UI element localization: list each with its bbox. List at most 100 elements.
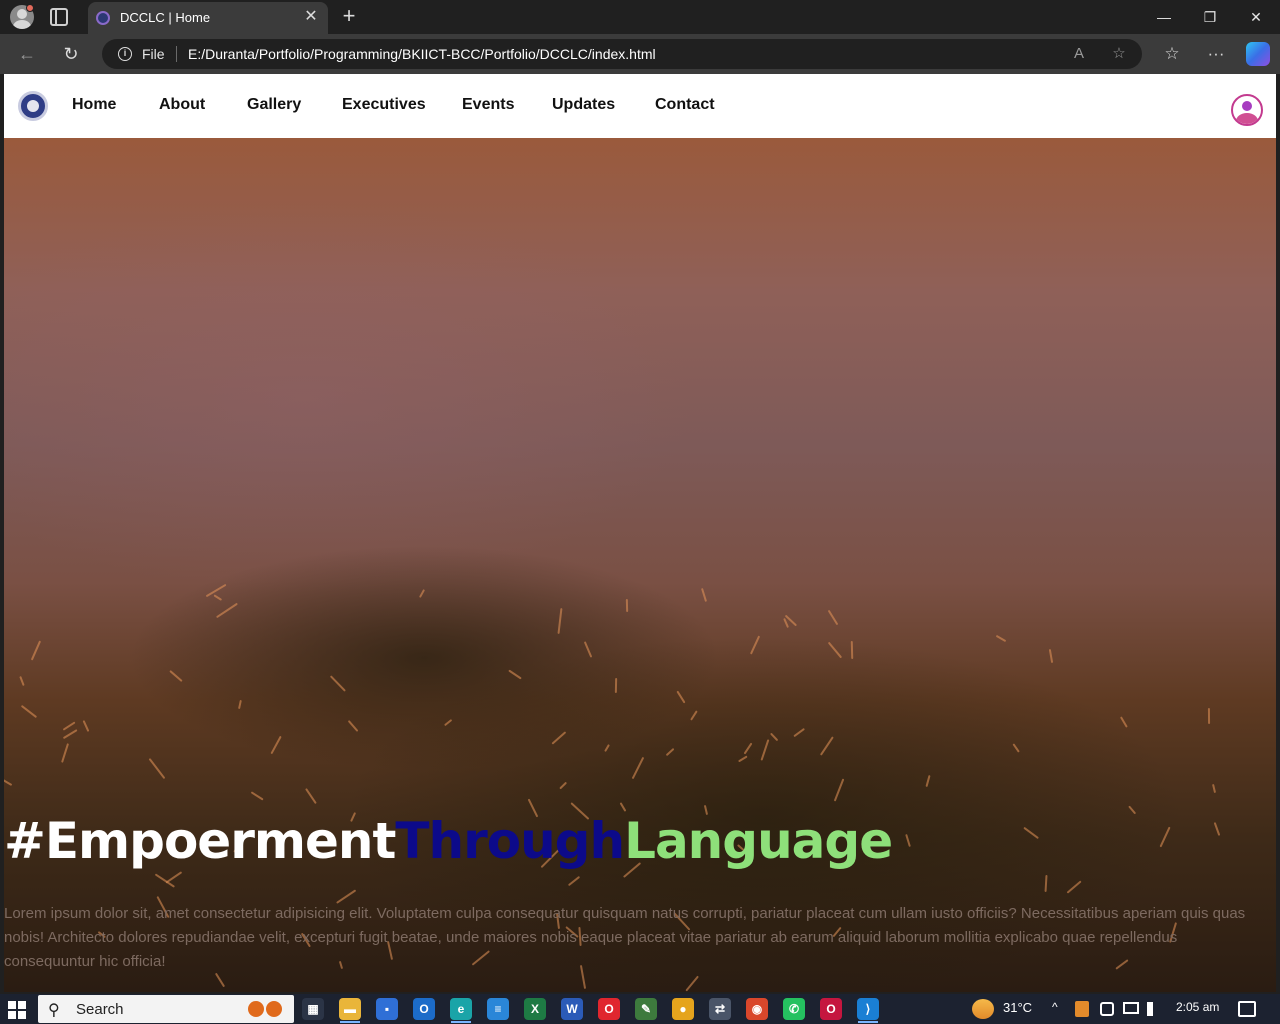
web-page: Home About Gallery Executives Events Upd…: [4, 74, 1276, 992]
close-window-button[interactable]: ✕: [1236, 4, 1276, 30]
windows-start-icon[interactable]: [8, 1001, 26, 1019]
edge-icon[interactable]: e: [450, 998, 472, 1020]
network-tool-icon[interactable]: ⇄: [709, 998, 731, 1020]
ember-spark: [925, 774, 931, 788]
ember-spark: [169, 669, 184, 682]
opera-icon[interactable]: O: [598, 998, 620, 1020]
refresh-icon[interactable]: ↻: [58, 42, 84, 66]
back-icon[interactable]: ←: [14, 42, 40, 66]
ember-spark: [1213, 821, 1220, 836]
headline-part-language: Language: [624, 812, 893, 870]
add-favorite-icon[interactable]: ☆: [1108, 43, 1130, 65]
tab-actions-icon[interactable]: [50, 8, 68, 26]
ember-spark: [1207, 707, 1210, 724]
ember-spark: [82, 720, 90, 733]
taskbar-search-box[interactable]: ⚲ Search: [38, 995, 294, 1023]
ember-spark: [1158, 826, 1171, 848]
excel-icon[interactable]: X: [524, 998, 546, 1020]
minimize-button[interactable]: —: [1144, 4, 1184, 30]
file-explorer-icon[interactable]: ▬: [339, 998, 361, 1020]
nav-link-executives[interactable]: Executives: [342, 96, 426, 114]
active-app-indicator: [340, 1021, 360, 1023]
network-icon[interactable]: [1123, 1002, 1139, 1014]
ember-spark: [557, 608, 563, 634]
browser-tab[interactable]: DCCLC | Home ✕: [88, 2, 328, 34]
ember-spark: [793, 728, 806, 738]
ember-spark: [347, 720, 359, 732]
opera-gx-icon[interactable]: O: [820, 998, 842, 1020]
weather-icon[interactable]: [972, 999, 994, 1019]
ember-spark: [551, 731, 567, 745]
clock-time[interactable]: 2:05 am: [1176, 1000, 1219, 1014]
microsoft-store-icon[interactable]: ▪: [376, 998, 398, 1020]
ember-spark: [769, 732, 778, 741]
nav-link-contact[interactable]: Contact: [655, 96, 715, 114]
restore-button[interactable]: ❐: [1190, 4, 1230, 30]
user-account-icon[interactable]: [1231, 94, 1263, 126]
ember-spark: [304, 787, 317, 804]
ember-spark: [604, 743, 611, 752]
ember-spark: [905, 833, 912, 847]
word-icon[interactable]: W: [561, 998, 583, 1020]
ember-spark: [827, 641, 843, 659]
vscode-icon[interactable]: ⟩: [857, 998, 879, 1020]
address-bar[interactable]: i File E:/Duranta/Portfolio/Programming/…: [102, 39, 1142, 69]
nav-link-events[interactable]: Events: [462, 96, 514, 114]
tray-chevron-icon[interactable]: ^: [1052, 1000, 1058, 1014]
site-info-icon[interactable]: i: [118, 47, 132, 61]
new-tab-button[interactable]: +: [338, 4, 360, 28]
ember-spark: [1023, 826, 1039, 839]
task-view-icon[interactable]: ▦: [302, 998, 324, 1020]
nav-link-about[interactable]: About: [159, 96, 205, 114]
outlook-icon[interactable]: O: [413, 998, 435, 1020]
ember-spark: [270, 736, 282, 756]
ember-spark: [1212, 783, 1216, 793]
ember-spark: [165, 870, 183, 883]
url-text[interactable]: E:/Duranta/Portfolio/Programming/BKIICT-…: [188, 46, 656, 62]
hero-paragraph: Lorem ipsum dolor sit, amet consectetur …: [4, 905, 1246, 970]
ember-spark: [619, 802, 627, 813]
ember-spark: [148, 757, 166, 779]
nav-link-home[interactable]: Home: [72, 96, 116, 114]
windows-taskbar: ⚲ Search ▦ ▬ ▪ Oe ≡ X W O ✎ ● ⇄ ◉ ✆ O ⟩ 31°C ^ 2:05 am: [0, 994, 1280, 1024]
speaker-muted-icon[interactable]: [1147, 1002, 1159, 1016]
copilot-icon[interactable]: [1246, 42, 1270, 66]
favorites-icon[interactable]: ☆: [1159, 42, 1185, 66]
ember-spark: [666, 747, 675, 756]
scheme-label: File: [142, 46, 165, 62]
ember-spark: [21, 704, 38, 719]
ember-spark: [1120, 716, 1129, 728]
paint-icon[interactable]: ✎: [635, 998, 657, 1020]
club-logo-icon[interactable]: [18, 91, 48, 121]
ember-spark: [216, 602, 238, 619]
nav-link-gallery[interactable]: Gallery: [247, 96, 301, 114]
whatsapp-icon[interactable]: ✆: [783, 998, 805, 1020]
ember-spark: [250, 791, 264, 801]
meet-now-icon[interactable]: [1100, 1002, 1114, 1016]
app-icon[interactable]: ≡: [487, 998, 509, 1020]
ember-spark: [614, 678, 617, 694]
ember-spark: [850, 641, 853, 660]
nav-link-updates[interactable]: Updates: [552, 96, 615, 114]
ember-spark: [1044, 875, 1048, 893]
ember-spark: [583, 640, 593, 658]
weather-temperature[interactable]: 31°C: [1003, 1000, 1032, 1015]
ember-spark: [62, 728, 78, 739]
notifications-icon[interactable]: [1238, 1001, 1256, 1017]
tab-close-icon[interactable]: ✕: [302, 8, 320, 26]
ember-spark: [418, 589, 425, 598]
read-aloud-icon[interactable]: A: [1068, 43, 1090, 65]
pumpkin-icon: [266, 1001, 282, 1017]
active-app-indicator: [451, 1021, 471, 1023]
ember-spark: [631, 756, 645, 779]
chrome-icon[interactable]: ●: [672, 998, 694, 1020]
ember-spark: [626, 598, 629, 612]
browser-icon[interactable]: ◉: [746, 998, 768, 1020]
ember-spark: [329, 674, 346, 692]
ember-spark: [1012, 743, 1020, 753]
tray-app-icon[interactable]: [1075, 1001, 1089, 1017]
ember-spark: [508, 669, 522, 680]
more-options-icon[interactable]: ···: [1203, 42, 1229, 66]
ember-spark: [676, 690, 687, 704]
tab-favicon-icon: [96, 11, 110, 25]
